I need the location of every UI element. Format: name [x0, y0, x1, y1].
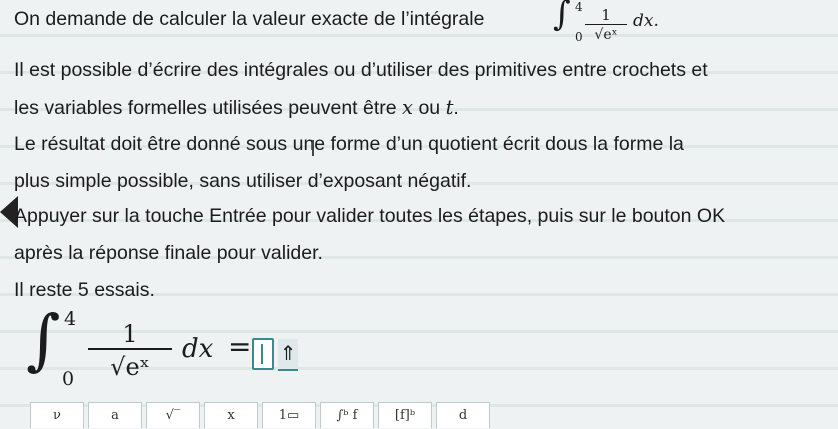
instructions-paragraph-2: Il est possible d’écrire des intégrales … [14, 59, 708, 119]
answer-expression: ∫ 4 0 1 √eˣ dx = ⇑ [26, 301, 346, 396]
input-caret [261, 344, 263, 364]
answer-input-box[interactable] [252, 338, 274, 370]
text-cursor-icon [312, 140, 314, 156]
integral-sign: ∫ [553, 0, 571, 34]
toolbar-button-sqrt[interactable]: √‾ [146, 402, 200, 428]
toolbar-button-a[interactable]: a [88, 402, 142, 428]
toolbar-button-d[interactable]: d [436, 402, 490, 428]
toolbar-button-bracket[interactable]: [f]ᵇ [378, 402, 432, 428]
toolbar-button-fraction[interactable]: 1▭ [262, 402, 316, 428]
submit-arrow-button[interactable]: ⇑ [278, 339, 298, 371]
integral-upper: 4 [575, 0, 583, 14]
instructions-paragraph-4: Appuyer sur la touche Entrée pour valide… [14, 205, 726, 264]
integral-dx: dx. [633, 11, 659, 31]
prompt-line-1: On demande de calculer la valeur exacte … [14, 8, 485, 30]
toolbar-button-nu[interactable]: ν [30, 402, 84, 428]
answer-dx: dx [182, 334, 214, 364]
answer-integral-sign: ∫ [26, 301, 61, 378]
answer-integral-lower: 0 [62, 368, 75, 390]
prompt-integral: ∫ 4 0 1 √eˣ dx. [553, 0, 663, 48]
instructions-paragraph-3: Le résultat doit être donné sous une for… [14, 133, 684, 192]
integrand-fraction: 1 √eˣ [585, 6, 627, 45]
toolbar-button-integral[interactable]: ∫ᵇ f [320, 402, 374, 428]
answer-integrand-fraction: 1 √eˣ [88, 320, 172, 384]
tries-remaining: Il reste 5 essais. [14, 279, 155, 301]
answer-integral-upper: 4 [64, 308, 77, 330]
toolbar-button-x[interactable]: x [204, 402, 258, 428]
integral-lower: 0 [575, 30, 583, 44]
equals-sign: = [228, 330, 252, 363]
